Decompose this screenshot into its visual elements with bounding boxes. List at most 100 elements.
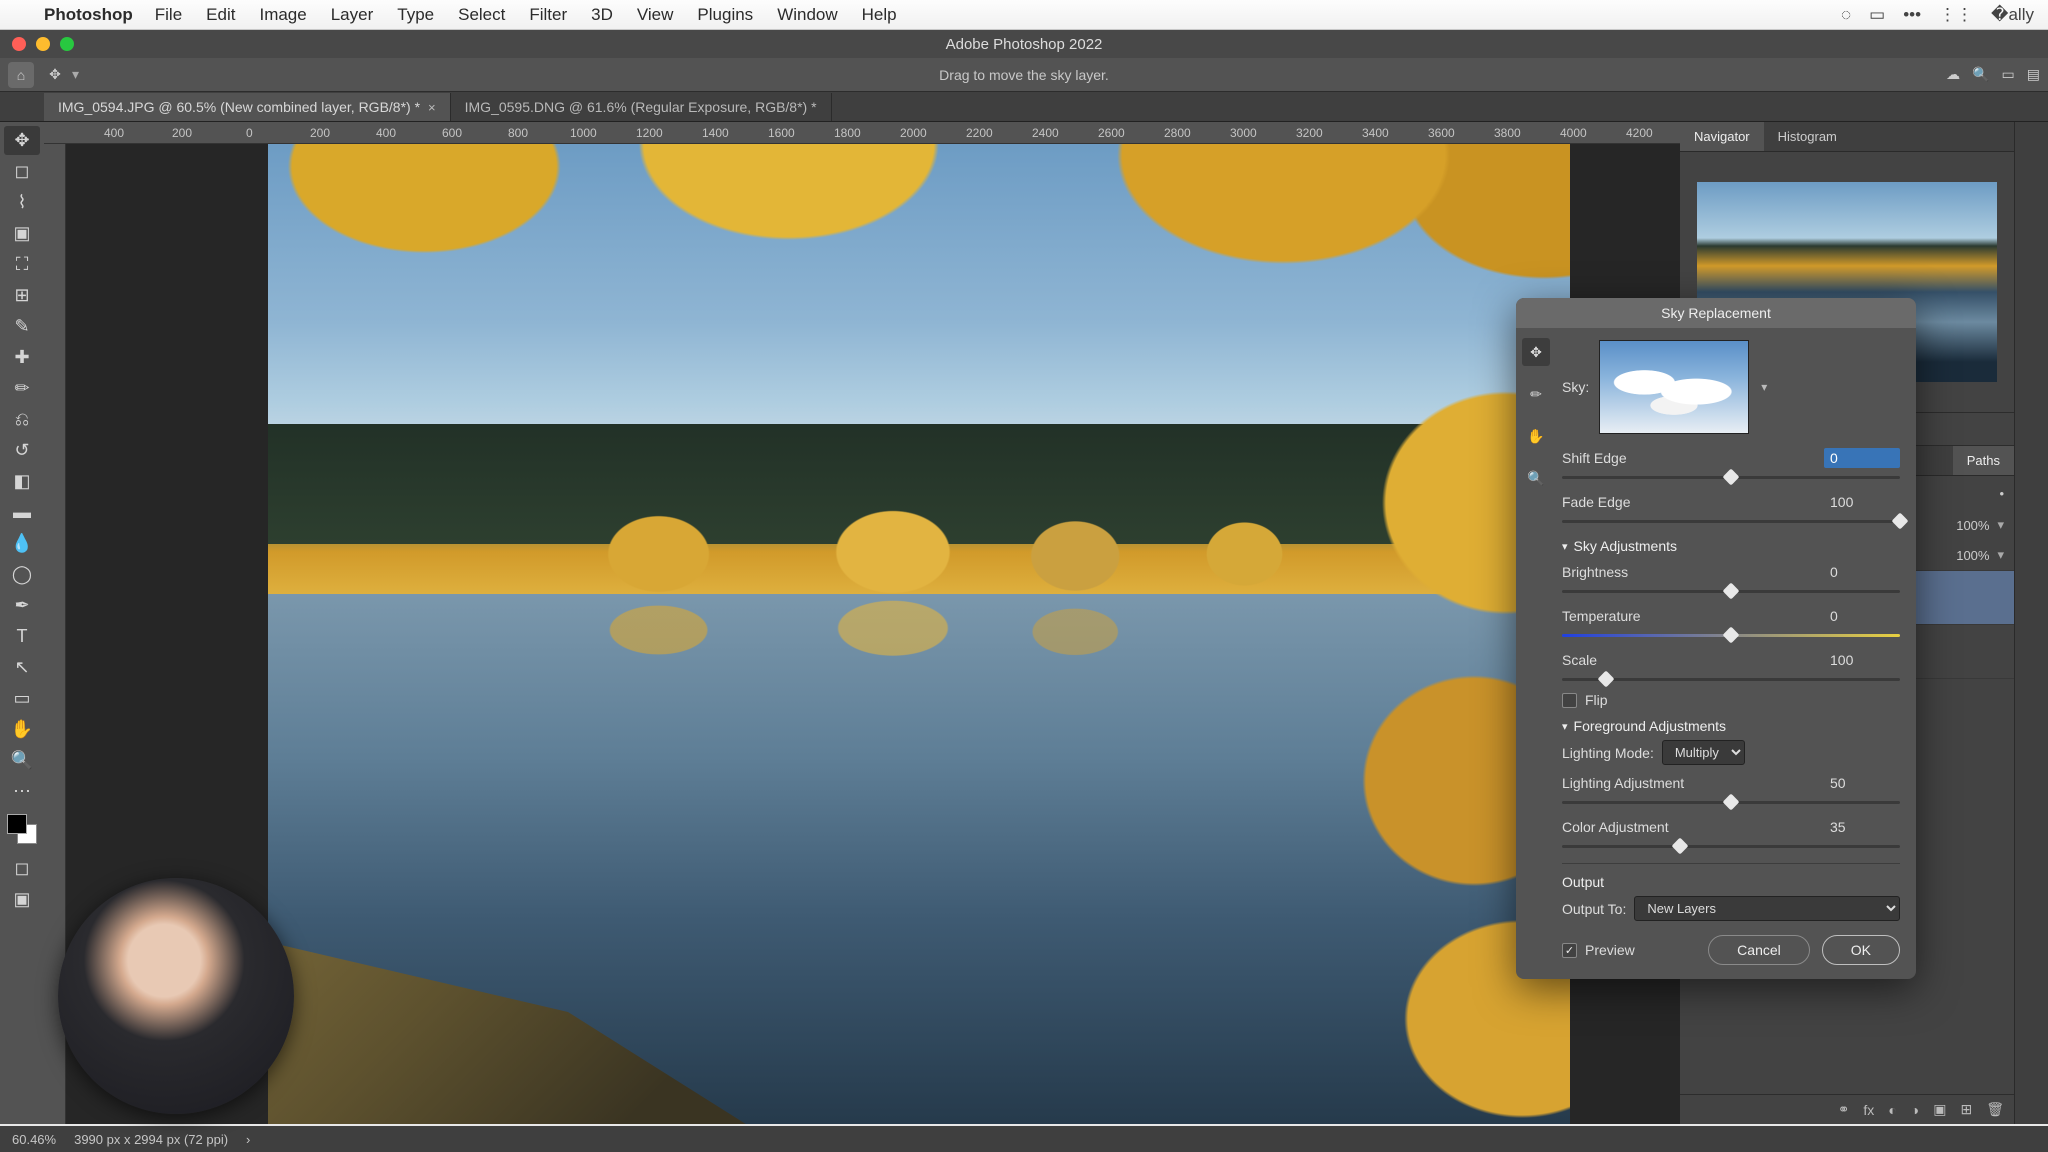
menu-help[interactable]: Help [850, 5, 909, 25]
lasso-tool[interactable]: ⌇ [4, 188, 40, 217]
menu-filter[interactable]: Filter [517, 5, 579, 25]
ok-button[interactable]: OK [1822, 935, 1900, 965]
gradient-tool[interactable]: ▬ [4, 498, 40, 527]
path-tool[interactable]: ↖ [4, 653, 40, 682]
minimize-window[interactable] [36, 37, 50, 51]
color-adj-slider[interactable] [1562, 839, 1900, 853]
move-tool[interactable]: ✥ [4, 126, 40, 155]
home-button[interactable]: ⌂ [8, 62, 34, 88]
zoom-window[interactable] [60, 37, 74, 51]
edit-toolbar[interactable]: ⋯ [4, 777, 40, 806]
navigator-tab[interactable]: Navigator [1680, 122, 1764, 151]
document-canvas[interactable] [268, 144, 1570, 1124]
menu-image[interactable]: Image [247, 5, 318, 25]
sky-zoom-tool[interactable]: 🔍 [1522, 464, 1550, 492]
cc-icon[interactable]: ◌ [1841, 5, 1851, 25]
sky-adjustments-header[interactable]: ▾Sky Adjustments [1562, 538, 1900, 554]
crop-tool[interactable]: ⛶ [4, 250, 40, 279]
cloud-icon[interactable]: ☁ [1946, 66, 1960, 83]
collapse-strip[interactable] [2014, 122, 2048, 1124]
menu-window[interactable]: Window [765, 5, 849, 25]
healing-tool[interactable]: ✚ [4, 343, 40, 372]
shift-edge-value[interactable]: 0 [1824, 448, 1900, 468]
more-icon[interactable]: ••• [1903, 5, 1921, 25]
fill-value[interactable]: 100% [1956, 548, 1989, 563]
move-tool-icon[interactable]: ✥ [44, 64, 66, 86]
scale-slider[interactable] [1562, 672, 1900, 686]
search-icon[interactable]: 🔍 [1972, 66, 1989, 83]
opacity-value[interactable]: 100% [1956, 518, 1989, 533]
delete-icon[interactable]: 🗑 [1986, 1101, 2004, 1118]
zoom-level[interactable]: 60.46% [12, 1132, 56, 1147]
foreground-adjustments-header[interactable]: ▾Foreground Adjustments [1562, 718, 1900, 734]
type-tool[interactable]: T [4, 622, 40, 651]
fx-icon[interactable]: fx [1863, 1102, 1874, 1118]
sky-brush-tool[interactable]: ✏ [1522, 380, 1550, 408]
histogram-tab[interactable]: Histogram [1764, 122, 1851, 151]
pen-tool[interactable]: ✒ [4, 591, 40, 620]
close-window[interactable] [12, 37, 26, 51]
history-brush-tool[interactable]: ↺ [4, 436, 40, 465]
menu-3d[interactable]: 3D [579, 5, 625, 25]
cancel-button[interactable]: Cancel [1708, 935, 1810, 965]
options-hint: Drag to move the sky layer. [939, 67, 1109, 83]
new-layer-icon[interactable]: ⊞ [1960, 1101, 1972, 1118]
object-select-tool[interactable]: ▣ [4, 219, 40, 248]
brightness-value[interactable]: 0 [1824, 562, 1900, 582]
temperature-value[interactable]: 0 [1824, 606, 1900, 626]
screen-mode[interactable]: ▣ [4, 885, 40, 914]
temperature-slider[interactable] [1562, 628, 1900, 642]
menu-view[interactable]: View [625, 5, 686, 25]
brightness-slider[interactable] [1562, 584, 1900, 598]
blur-tool[interactable]: 💧 [4, 529, 40, 558]
scale-value[interactable]: 100 [1824, 650, 1900, 670]
color-adj-value[interactable]: 35 [1824, 817, 1900, 837]
menu-type[interactable]: Type [385, 5, 446, 25]
group-icon[interactable]: ▣ [1933, 1101, 1946, 1118]
screen-icon[interactable]: ▭ [1869, 5, 1885, 25]
lighting-adj-value[interactable]: 50 [1824, 773, 1900, 793]
share-icon[interactable]: ▤ [2027, 66, 2040, 83]
dodge-tool[interactable]: ◯ [4, 560, 40, 589]
color-swatches[interactable] [7, 814, 37, 844]
status-more-icon[interactable]: › [246, 1132, 250, 1147]
fade-edge-slider[interactable] [1562, 514, 1900, 528]
quick-mask[interactable]: ◻ [4, 854, 40, 883]
wifi-icon[interactable]: ⋮⋮ [1939, 5, 1973, 25]
lighting-adj-slider[interactable] [1562, 795, 1900, 809]
brush-tool[interactable]: ✏ [4, 374, 40, 403]
shape-tool[interactable]: ▭ [4, 684, 40, 713]
menu-select[interactable]: Select [446, 5, 517, 25]
close-tab-icon[interactable]: × [428, 100, 436, 115]
mask-icon[interactable]: ◐ [1888, 1102, 1896, 1118]
menu-layer[interactable]: Layer [319, 5, 386, 25]
shift-edge-slider[interactable] [1562, 470, 1900, 484]
control-center-icon[interactable]: �ally [1991, 5, 2034, 25]
flip-checkbox[interactable]: Flip [1562, 692, 1900, 708]
output-to-select[interactable]: New Layers [1634, 896, 1900, 921]
marquee-tool[interactable]: ◻ [4, 157, 40, 186]
sky-dropdown-icon[interactable]: ▾ [1761, 380, 1767, 394]
app-name[interactable]: Photoshop [34, 5, 143, 25]
menu-file[interactable]: File [143, 5, 194, 25]
paths-tab[interactable]: Paths [1953, 446, 2014, 475]
sky-preset-thumb[interactable] [1599, 340, 1749, 434]
doc-tab-2[interactable]: IMG_0595.DNG @ 61.6% (Regular Exposure, … [451, 93, 832, 121]
link-layers-icon[interactable]: ⚭ [1838, 1101, 1850, 1118]
preview-checkbox[interactable]: ✓Preview [1562, 942, 1635, 958]
adjustment-icon[interactable]: ◑ [1911, 1102, 1919, 1118]
frame-tool[interactable]: ⊞ [4, 281, 40, 310]
menu-plugins[interactable]: Plugins [685, 5, 765, 25]
fade-edge-value[interactable]: 100 [1824, 492, 1900, 512]
doc-tab-1[interactable]: IMG_0594.JPG @ 60.5% (New combined layer… [44, 93, 451, 121]
hand-tool[interactable]: ✋ [4, 715, 40, 744]
stamp-tool[interactable]: ⎌ [4, 405, 40, 434]
zoom-tool[interactable]: 🔍 [4, 746, 40, 775]
workspace-icon[interactable]: ▭ [2002, 66, 2015, 83]
sky-move-tool[interactable]: ✥ [1522, 338, 1550, 366]
eyedropper-tool[interactable]: ✎ [4, 312, 40, 341]
menu-edit[interactable]: Edit [194, 5, 247, 25]
eraser-tool[interactable]: ◧ [4, 467, 40, 496]
sky-hand-tool[interactable]: ✋ [1522, 422, 1550, 450]
lighting-mode-select[interactable]: Multiply [1662, 740, 1745, 765]
